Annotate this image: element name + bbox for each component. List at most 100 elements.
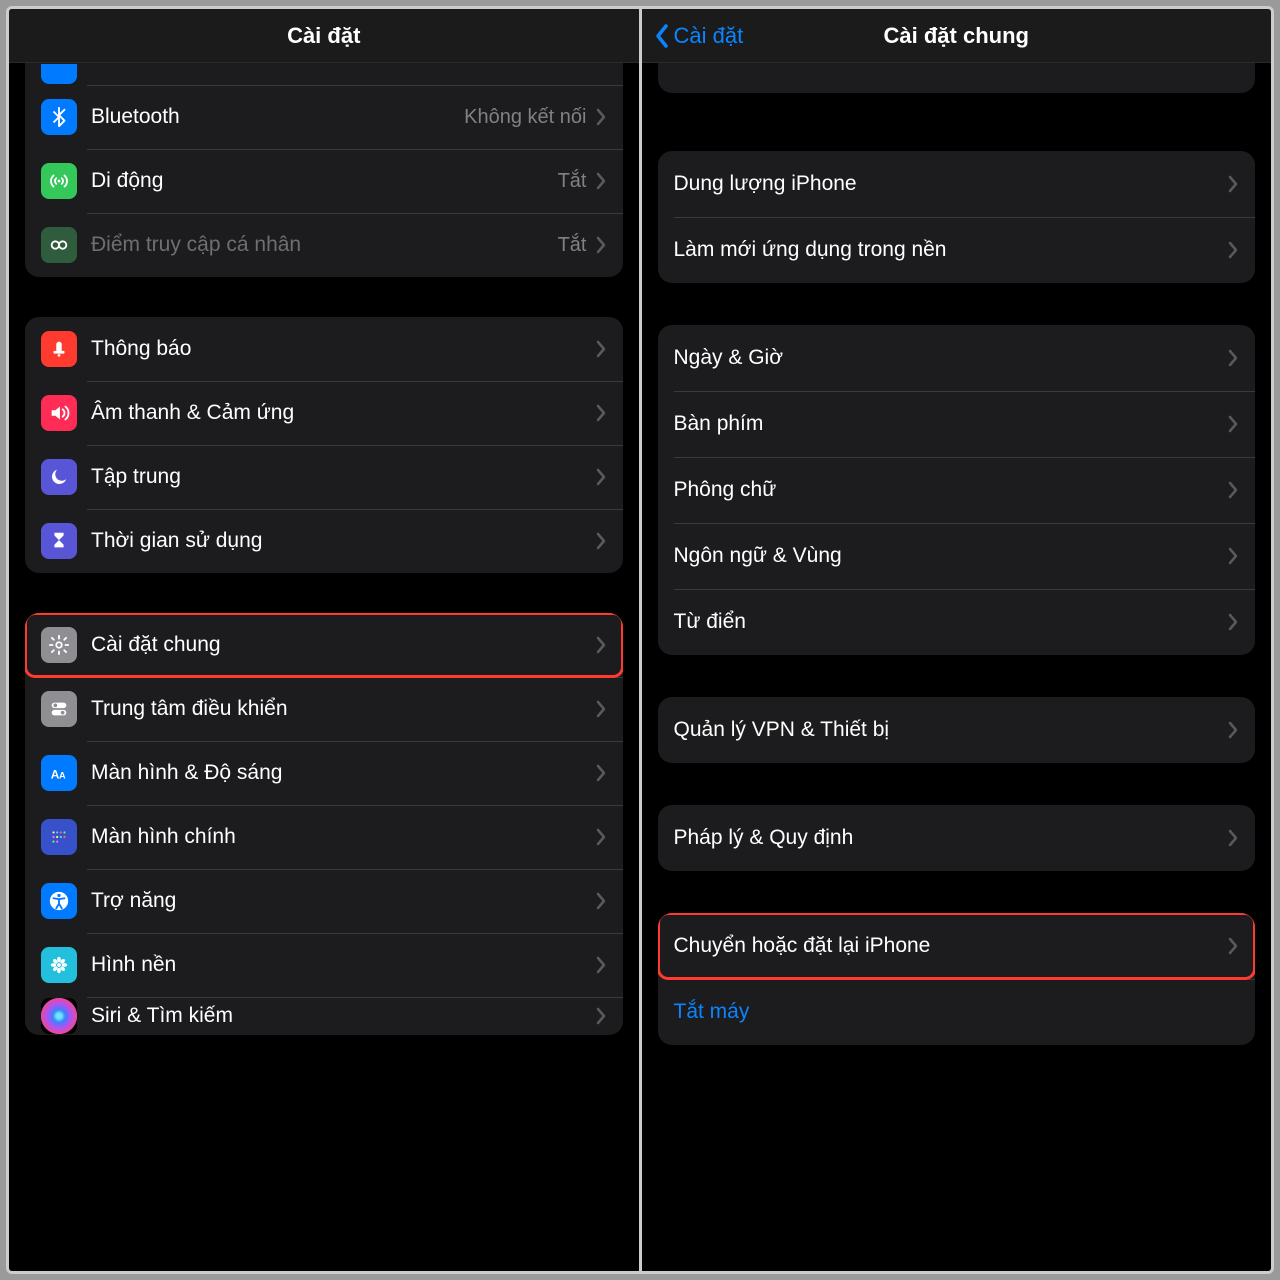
chevron-right-icon	[595, 108, 607, 126]
row-l-m-m-i-ng-d-ng-trong-n-n[interactable]: Làm mới ứng dụng trong nền	[658, 217, 1256, 283]
row-trung-t-m-i-u-khi-n[interactable]: Trung tâm điều khiển	[25, 677, 623, 741]
cellular-icon	[41, 163, 77, 199]
row-value: Không kết nối	[464, 106, 586, 129]
row-chuy-n-ho-c-t-l-i-iphone[interactable]: Chuyển hoặc đặt lại iPhone	[658, 913, 1256, 979]
row-label: Từ điển	[674, 610, 1228, 634]
row-i-m-truy-c-p-c-nh-n[interactable]: Điểm truy cập cá nhânTắt	[25, 213, 623, 277]
row-label: Thông báo	[91, 337, 595, 361]
chevron-right-icon	[1227, 547, 1239, 565]
settings-group: Thông báo Âm thanh & Cảm ứng Tập trung Thời…	[25, 317, 623, 573]
chevron-right-icon	[1227, 349, 1239, 367]
row-label: Ngày & Giờ	[674, 346, 1228, 370]
chevron-right-icon	[1227, 175, 1239, 193]
chevron-right-icon	[1227, 481, 1239, 499]
chevron-right-icon	[595, 1007, 607, 1025]
chevron-right-icon	[595, 764, 607, 782]
row-tr-n-ng[interactable]: Trợ năng	[25, 869, 623, 933]
row-c-i-t-chung[interactable]: Cài đặt chung	[25, 613, 623, 677]
row-ng-n-ng-v-ng[interactable]: Ngôn ngữ & Vùng	[658, 523, 1256, 589]
row-h-nh-n-n[interactable]: Hình nền	[25, 933, 623, 997]
chevron-right-icon	[595, 636, 607, 654]
settings-group: Chuyển hoặc đặt lại iPhone Tắt máy	[658, 913, 1256, 1045]
row-m-n-h-nh-s-ng[interactable]: AAMàn hình & Độ sáng	[25, 741, 623, 805]
row-label: Dung lượng iPhone	[674, 172, 1228, 196]
row-value: Tắt	[558, 170, 587, 193]
chevron-right-icon	[595, 172, 607, 190]
row-ph-ng-ch[interactable]: Phông chữ	[658, 457, 1256, 523]
siri-icon	[41, 998, 77, 1034]
bluetooth-icon	[41, 99, 77, 135]
row-bluetooth[interactable]: BluetoothKhông kết nối	[25, 85, 623, 149]
row-label: Hình nền	[91, 953, 595, 977]
row-b-n-ph-m[interactable]: Bàn phím	[658, 391, 1256, 457]
switches-icon	[41, 691, 77, 727]
settings-list-left[interactable]: BluetoothKhông kết nốiDi độngTắtĐiểm tru…	[9, 63, 639, 1271]
settings-group: Ngày & Giờ Bàn phím Phông chữ Ngôn ngữ & Vù…	[658, 325, 1256, 655]
chevron-right-icon	[595, 236, 607, 254]
settings-screen-left: Cài đặt BluetoothKhông kết nốiDi độngTắt…	[9, 9, 639, 1271]
gear-icon	[41, 627, 77, 663]
back-button[interactable]: Cài đặt	[652, 9, 744, 62]
chevron-right-icon	[595, 340, 607, 358]
row-label: Chuyển hoặc đặt lại iPhone	[674, 934, 1228, 958]
cut-icon	[41, 64, 77, 84]
row-m-thanh-c-m-ng[interactable]: Âm thanh & Cảm ứng	[25, 381, 623, 445]
row-dung-l-ng-iphone[interactable]: Dung lượng iPhone	[658, 151, 1256, 217]
aa-icon: AA	[41, 755, 77, 791]
row-ph-p-l-quy-nh[interactable]: Pháp lý & Quy định	[658, 805, 1256, 871]
settings-screen-right: Cài đặt Cài đặt chung Dung lượng iPhone L…	[639, 9, 1272, 1271]
chevron-right-icon	[1227, 829, 1239, 847]
bell-icon	[41, 331, 77, 367]
row-label: Âm thanh & Cảm ứng	[91, 401, 595, 425]
row-m-n-h-nh-ch-nh[interactable]: Màn hình chính	[25, 805, 623, 869]
hotspot-icon	[41, 227, 77, 263]
chevron-right-icon	[595, 700, 607, 718]
svg-text:A: A	[59, 771, 66, 781]
row-label: Siri & Tìm kiếm	[91, 1004, 595, 1028]
settings-list-right[interactable]: Dung lượng iPhone Làm mới ứng dụng trong …	[642, 63, 1272, 1271]
row-label: Phông chữ	[674, 478, 1228, 502]
flower-icon	[41, 947, 77, 983]
row-th-ng-b-o[interactable]: Thông báo	[25, 317, 623, 381]
settings-group: BluetoothKhông kết nốiDi độngTắtĐiểm tru…	[25, 63, 623, 277]
row-label: Điểm truy cập cá nhân	[91, 233, 558, 257]
chevron-right-icon	[595, 404, 607, 422]
row-label: Pháp lý & Quy định	[674, 826, 1228, 850]
row-label: Thời gian sử dụng	[91, 529, 595, 553]
row-di-ng[interactable]: Di độngTắt	[25, 149, 623, 213]
row-label: Di động	[91, 169, 558, 193]
chevron-right-icon	[595, 892, 607, 910]
sound-icon	[41, 395, 77, 431]
row-label: Trung tâm điều khiển	[91, 697, 595, 721]
chevron-right-icon	[1227, 613, 1239, 631]
row-siri-t-m-ki-m[interactable]: Siri & Tìm kiếm	[25, 997, 623, 1035]
navbar-right: Cài đặt Cài đặt chung	[642, 9, 1272, 63]
moon-icon	[41, 459, 77, 495]
row-t-t-m-y[interactable]: Tắt máy	[658, 979, 1256, 1045]
settings-group: Cài đặt chungTrung tâm điều khiểnAAMàn h…	[25, 613, 623, 1035]
row-row[interactable]	[25, 63, 623, 85]
hourglass-icon	[41, 523, 77, 559]
row-t-p-trung[interactable]: Tập trung	[25, 445, 623, 509]
row-label: Bàn phím	[674, 412, 1228, 436]
page-title: Cài đặt	[287, 23, 360, 49]
settings-group	[658, 63, 1256, 93]
row-th-i-gian-s-d-ng[interactable]: Thời gian sử dụng	[25, 509, 623, 573]
settings-group: Quản lý VPN & Thiết bị	[658, 697, 1256, 763]
chevron-right-icon	[1227, 937, 1239, 955]
settings-group: Pháp lý & Quy định	[658, 805, 1256, 871]
row-label: Màn hình chính	[91, 825, 595, 849]
row-label: Cài đặt chung	[91, 633, 595, 657]
row-label: Tắt máy	[674, 1000, 1240, 1024]
chevron-left-icon	[652, 22, 672, 50]
row-ng-y-gi[interactable]: Ngày & Giờ	[658, 325, 1256, 391]
row-label: Bluetooth	[91, 105, 464, 129]
row-qu-n-l-vpn-thi-t-b[interactable]: Quản lý VPN & Thiết bị	[658, 697, 1256, 763]
row-t-i-n[interactable]: Từ điển	[658, 589, 1256, 655]
row-label: Làm mới ứng dụng trong nền	[674, 238, 1228, 262]
row-label: Trợ năng	[91, 889, 595, 913]
navbar-left: Cài đặt	[9, 9, 639, 63]
row-row[interactable]	[658, 63, 1256, 93]
accessibility-icon	[41, 883, 77, 919]
chevron-right-icon	[1227, 721, 1239, 739]
